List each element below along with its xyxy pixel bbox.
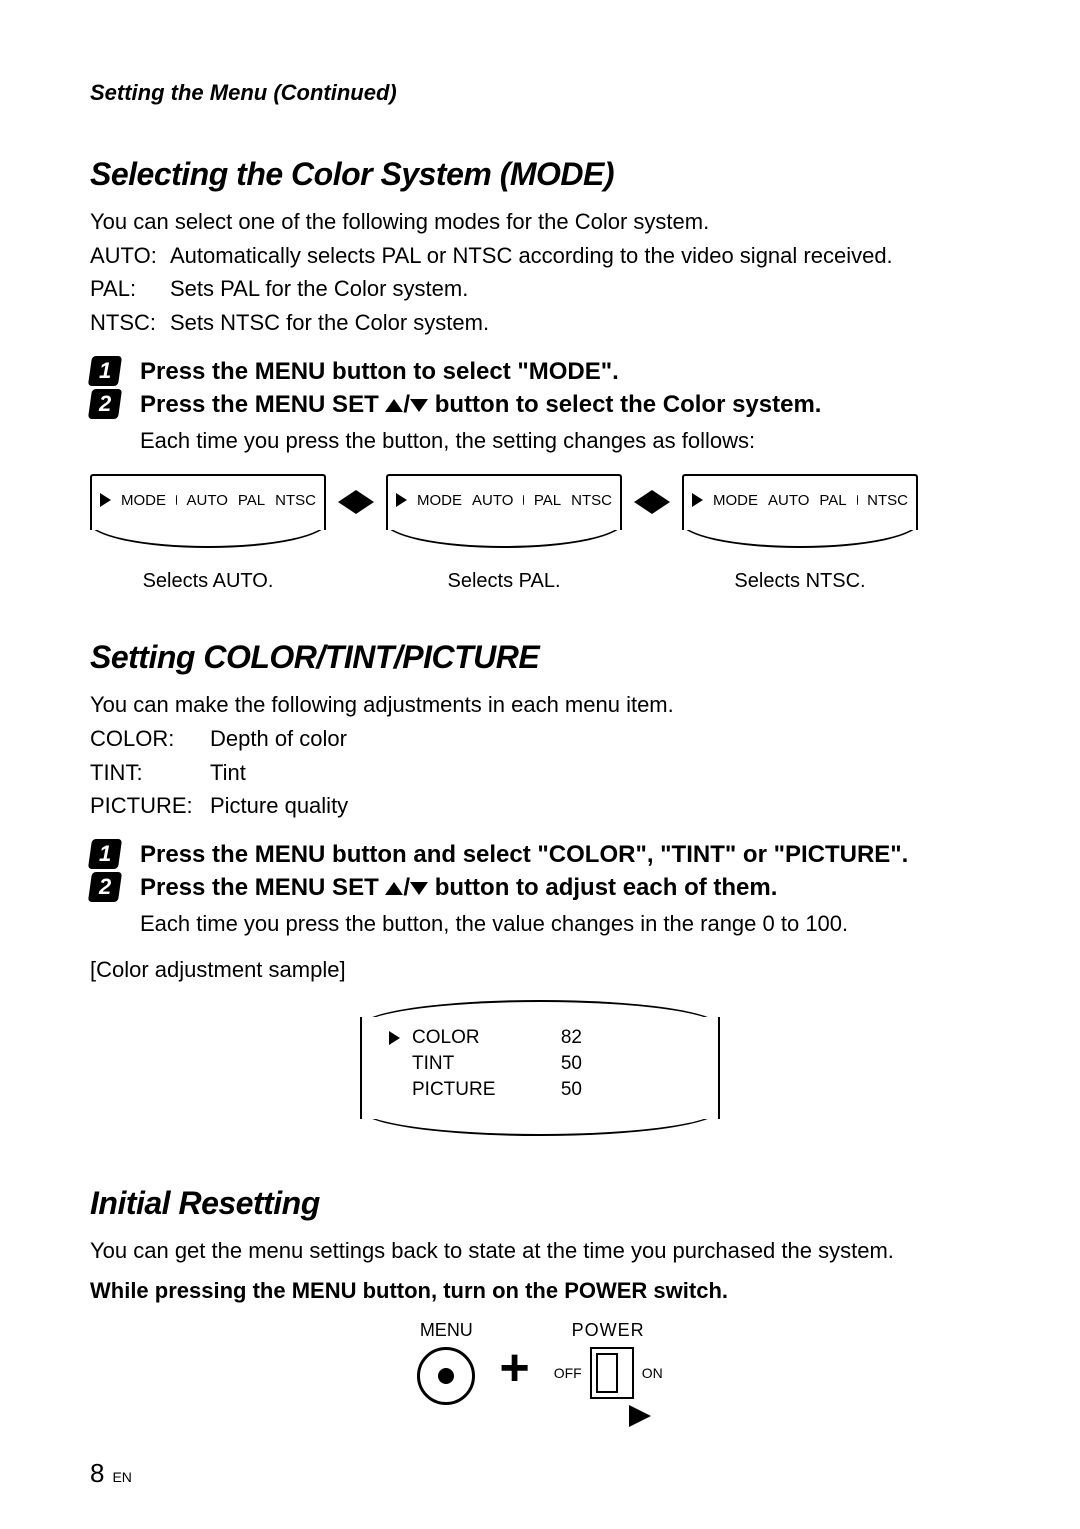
sec2-step-1-row: 1 Press the MENU button and select "COLO… bbox=[90, 839, 990, 870]
mode-pal-desc: Sets PAL for the Color system. bbox=[170, 274, 468, 304]
section-heading-reset: Initial Resetting bbox=[90, 1185, 990, 1222]
sample-picture-val: 50 bbox=[542, 1079, 582, 1101]
step-2-note: Each time you press the button, the sett… bbox=[140, 428, 990, 454]
cursor-icon bbox=[100, 493, 111, 507]
caption-auto: Selects AUTO. bbox=[143, 570, 274, 593]
sample-color-name: COLOR bbox=[412, 1027, 532, 1049]
mode-box-pal: MODE AUTO PAL NTSC bbox=[386, 474, 622, 530]
section3-instruction: While pressing the MENU button, turn on … bbox=[90, 1276, 990, 1306]
mode-definitions: AUTO: Automatically selects PAL or NTSC … bbox=[90, 241, 990, 338]
triangle-down-icon bbox=[410, 882, 428, 895]
color-label: COLOR: bbox=[90, 724, 210, 754]
page-number: 8 bbox=[90, 1458, 104, 1489]
dot-icon bbox=[523, 495, 524, 505]
reset-diagram: MENU + POWER OFF ON bbox=[90, 1320, 990, 1427]
step-badge-1: 1 bbox=[88, 839, 122, 869]
color-sample-box: COLOR 82 TINT 50 PICTURE 50 bbox=[360, 997, 720, 1139]
mode-auto-label: AUTO: bbox=[90, 241, 170, 271]
caption-pal: Selects PAL. bbox=[447, 570, 560, 593]
step-2-text: Press the MENU SET / button to select th… bbox=[140, 389, 990, 420]
mode-auto-desc: Automatically selects PAL or NTSC accord… bbox=[170, 241, 893, 271]
power-switch-graphic: POWER OFF ON bbox=[554, 1320, 663, 1427]
off-label: OFF bbox=[554, 1365, 582, 1381]
breadcrumb: Setting the Menu (Continued) bbox=[90, 80, 990, 106]
triangle-down-icon bbox=[410, 399, 428, 412]
caption-ntsc: Selects NTSC. bbox=[734, 570, 865, 593]
page-lang: EN bbox=[112, 1469, 131, 1485]
section-heading-color: Setting COLOR/TINT/PICTURE bbox=[90, 639, 990, 676]
mode-ntsc-desc: Sets NTSC for the Color system. bbox=[170, 308, 489, 338]
cursor-icon bbox=[692, 493, 703, 507]
sec2-step-2-note: Each time you press the button, the valu… bbox=[140, 911, 990, 937]
sec2-step-2-row: 2 Press the MENU SET / button to adjust … bbox=[90, 872, 990, 903]
double-arrow-icon bbox=[338, 474, 374, 530]
step-badge-2: 2 bbox=[88, 389, 122, 419]
step-1-row: 1 Press the MENU button to select "MODE"… bbox=[90, 356, 990, 387]
sec2-step-1-text: Press the MENU button and select "COLOR"… bbox=[140, 839, 990, 870]
step-1-text: Press the MENU button to select "MODE". bbox=[140, 356, 990, 387]
picture-desc: Picture quality bbox=[210, 791, 348, 821]
mode-box-ntsc: MODE AUTO PAL NTSC bbox=[682, 474, 918, 530]
section2-intro: You can make the following adjustments i… bbox=[90, 690, 990, 720]
menu-button-graphic: MENU bbox=[417, 1320, 475, 1405]
mode-ntsc-label: NTSC: bbox=[90, 308, 170, 338]
color-desc: Depth of color bbox=[210, 724, 347, 754]
double-arrow-icon bbox=[634, 474, 670, 530]
section1-intro: You can select one of the following mode… bbox=[90, 207, 990, 237]
mode-box-auto: MODE AUTO PAL NTSC bbox=[90, 474, 326, 530]
sec2-step-2-text: Press the MENU SET / button to adjust ea… bbox=[140, 872, 990, 903]
arrow-right-icon bbox=[629, 1405, 651, 1427]
mode-diagram: MODE AUTO PAL NTSC Selects AUTO. MODE AU… bbox=[90, 474, 990, 593]
step-badge-1: 1 bbox=[88, 356, 122, 386]
sample-color-val: 82 bbox=[542, 1027, 582, 1049]
sample-picture-name: PICTURE bbox=[412, 1079, 532, 1101]
tint-desc: Tint bbox=[210, 758, 246, 788]
menu-button-icon bbox=[417, 1347, 475, 1405]
cursor-icon bbox=[389, 1031, 400, 1045]
color-definitions: COLOR: Depth of color TINT: Tint PICTURE… bbox=[90, 724, 990, 821]
tint-label: TINT: bbox=[90, 758, 210, 788]
triangle-up-icon bbox=[385, 399, 403, 412]
dot-icon bbox=[857, 495, 858, 505]
sample-tint-name: TINT bbox=[412, 1053, 532, 1075]
cursor-icon bbox=[396, 493, 407, 507]
plus-icon: + bbox=[499, 1342, 529, 1394]
color-sample-label: [Color adjustment sample] bbox=[90, 957, 990, 983]
sample-tint-val: 50 bbox=[542, 1053, 582, 1075]
page-footer: 8 EN bbox=[90, 1458, 132, 1489]
section-heading-mode: Selecting the Color System (MODE) bbox=[90, 156, 990, 193]
power-switch-icon bbox=[590, 1347, 634, 1399]
triangle-up-icon bbox=[385, 882, 403, 895]
step-2-row: 2 Press the MENU SET / button to select … bbox=[90, 389, 990, 420]
on-label: ON bbox=[642, 1365, 663, 1381]
step-badge-2: 2 bbox=[88, 872, 122, 902]
mode-pal-label: PAL: bbox=[90, 274, 170, 304]
section3-intro: You can get the menu settings back to st… bbox=[90, 1236, 990, 1266]
picture-label: PICTURE: bbox=[90, 791, 210, 821]
dot-icon bbox=[176, 495, 177, 505]
